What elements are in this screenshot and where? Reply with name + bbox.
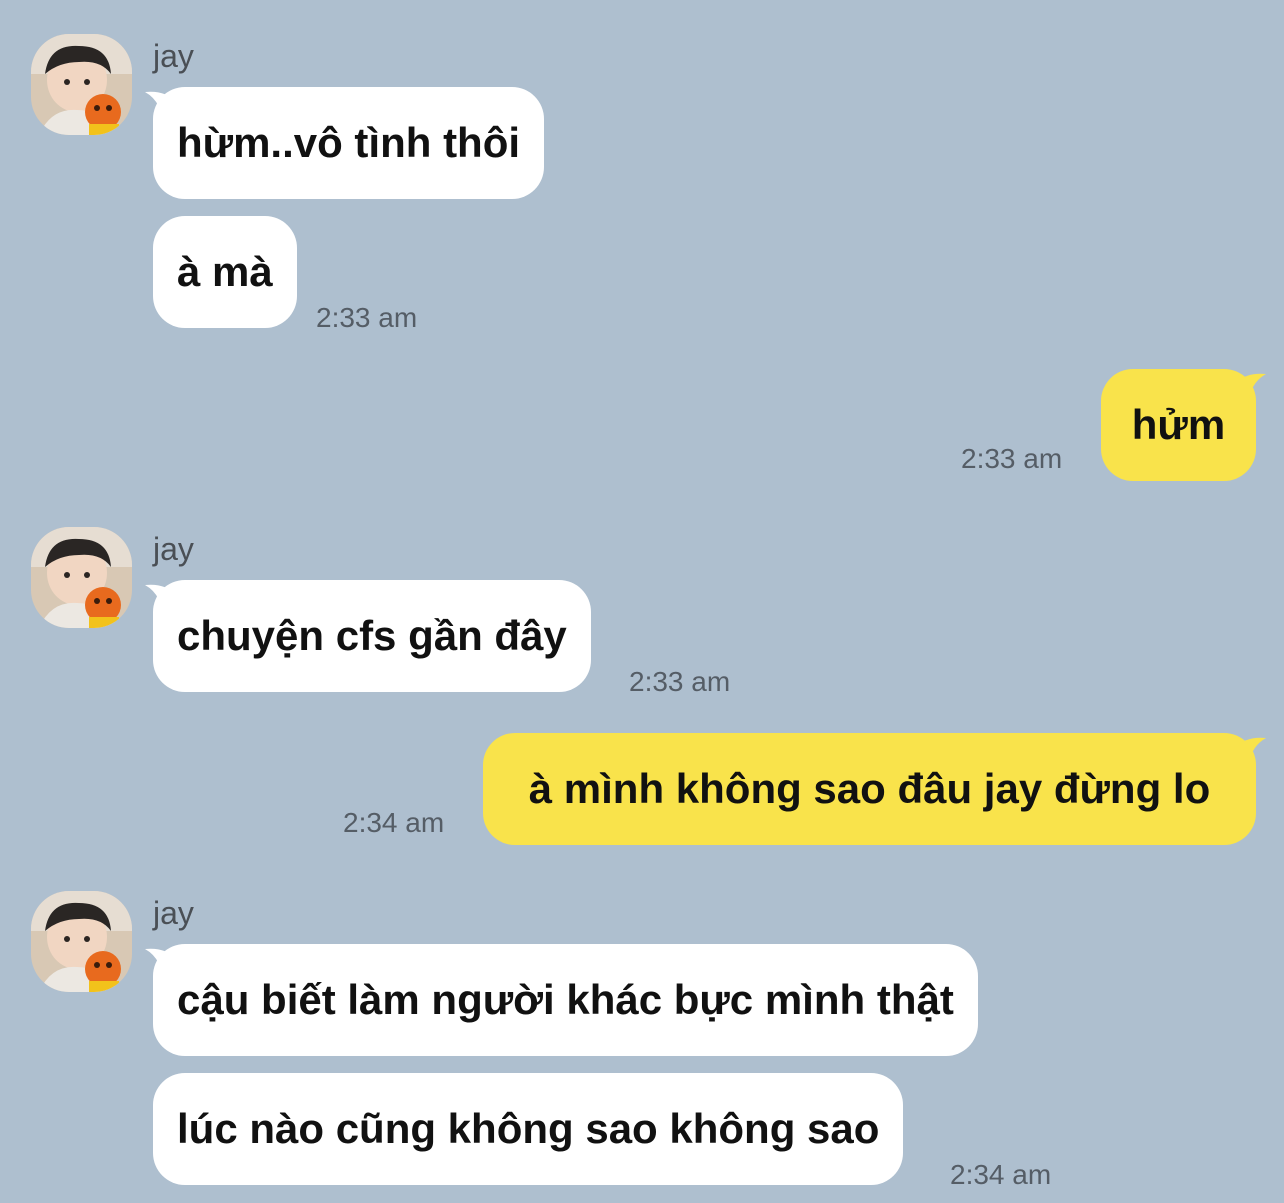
- bubble-tail: [1234, 373, 1266, 410]
- sender-name: jay: [153, 895, 194, 931]
- avatar[interactable]: [31, 891, 132, 992]
- avatar[interactable]: [31, 527, 132, 628]
- avatar[interactable]: [31, 34, 132, 135]
- bubble-tail: [1234, 737, 1266, 774]
- message-bubble-incoming[interactable]: à mà: [153, 216, 297, 328]
- message-bubble-incoming[interactable]: cậu biết làm người khác bực mình thật: [153, 944, 978, 1056]
- message-bubble-incoming[interactable]: hừm..vô tình thôi: [153, 87, 545, 199]
- message-text: cậu biết làm người khác bực mình thật: [177, 976, 954, 1023]
- message-timestamp: 2:33 am: [961, 443, 1063, 474]
- message-text: hửm: [1131, 401, 1226, 448]
- sender-name: jay: [153, 531, 194, 567]
- message-bubble-outgoing[interactable]: à mình không sao đâu jay đừng lo: [483, 733, 1256, 845]
- message-timestamp: 2:33 am: [629, 666, 731, 697]
- message-text: à mình không sao đâu jay đừng lo: [528, 765, 1211, 812]
- message-timestamp: 2:34 am: [343, 807, 445, 838]
- message-bubble-incoming[interactable]: chuyện cfs gần đây: [153, 580, 591, 692]
- sender-name: jay: [153, 38, 194, 74]
- message-bubble-incoming[interactable]: lúc nào cũng không sao không sao: [153, 1073, 904, 1185]
- message-text: chuyện cfs gần đây: [177, 612, 567, 659]
- message-text: hừm..vô tình thôi: [177, 119, 521, 166]
- message-text: à mà: [177, 248, 273, 295]
- message-text: lúc nào cũng không sao không sao: [177, 1105, 880, 1152]
- message-timestamp: 2:33 am: [316, 302, 418, 333]
- message-timestamp: 2:34 am: [950, 1159, 1052, 1190]
